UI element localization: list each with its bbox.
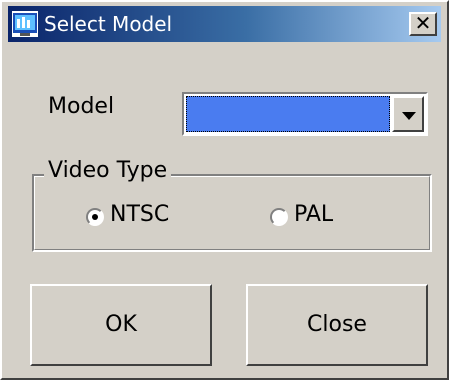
radio-pal[interactable] (270, 208, 288, 226)
radio-ntsc-label[interactable]: NTSC (110, 202, 169, 227)
title-bar[interactable]: Select Model ✕ (8, 6, 441, 42)
radio-pal-label[interactable]: PAL (294, 202, 333, 227)
ok-button[interactable]: OK (30, 284, 212, 366)
radio-selected-dot (92, 214, 98, 220)
video-type-legend: Video Type (44, 158, 172, 183)
radio-ntsc[interactable] (86, 208, 104, 226)
chevron-down-icon (402, 112, 416, 120)
dropdown-button[interactable] (392, 96, 424, 132)
model-dropdown[interactable] (182, 92, 428, 136)
model-label: Model (48, 94, 115, 119)
close-icon[interactable]: ✕ (409, 12, 437, 36)
dialog-title: Select Model (44, 12, 173, 36)
model-selected-value[interactable] (186, 96, 390, 132)
monitor-icon (12, 11, 38, 37)
select-model-dialog: Select Model ✕ Model Video Type NTSC PAL… (0, 0, 449, 380)
close-button[interactable]: Close (246, 284, 428, 366)
